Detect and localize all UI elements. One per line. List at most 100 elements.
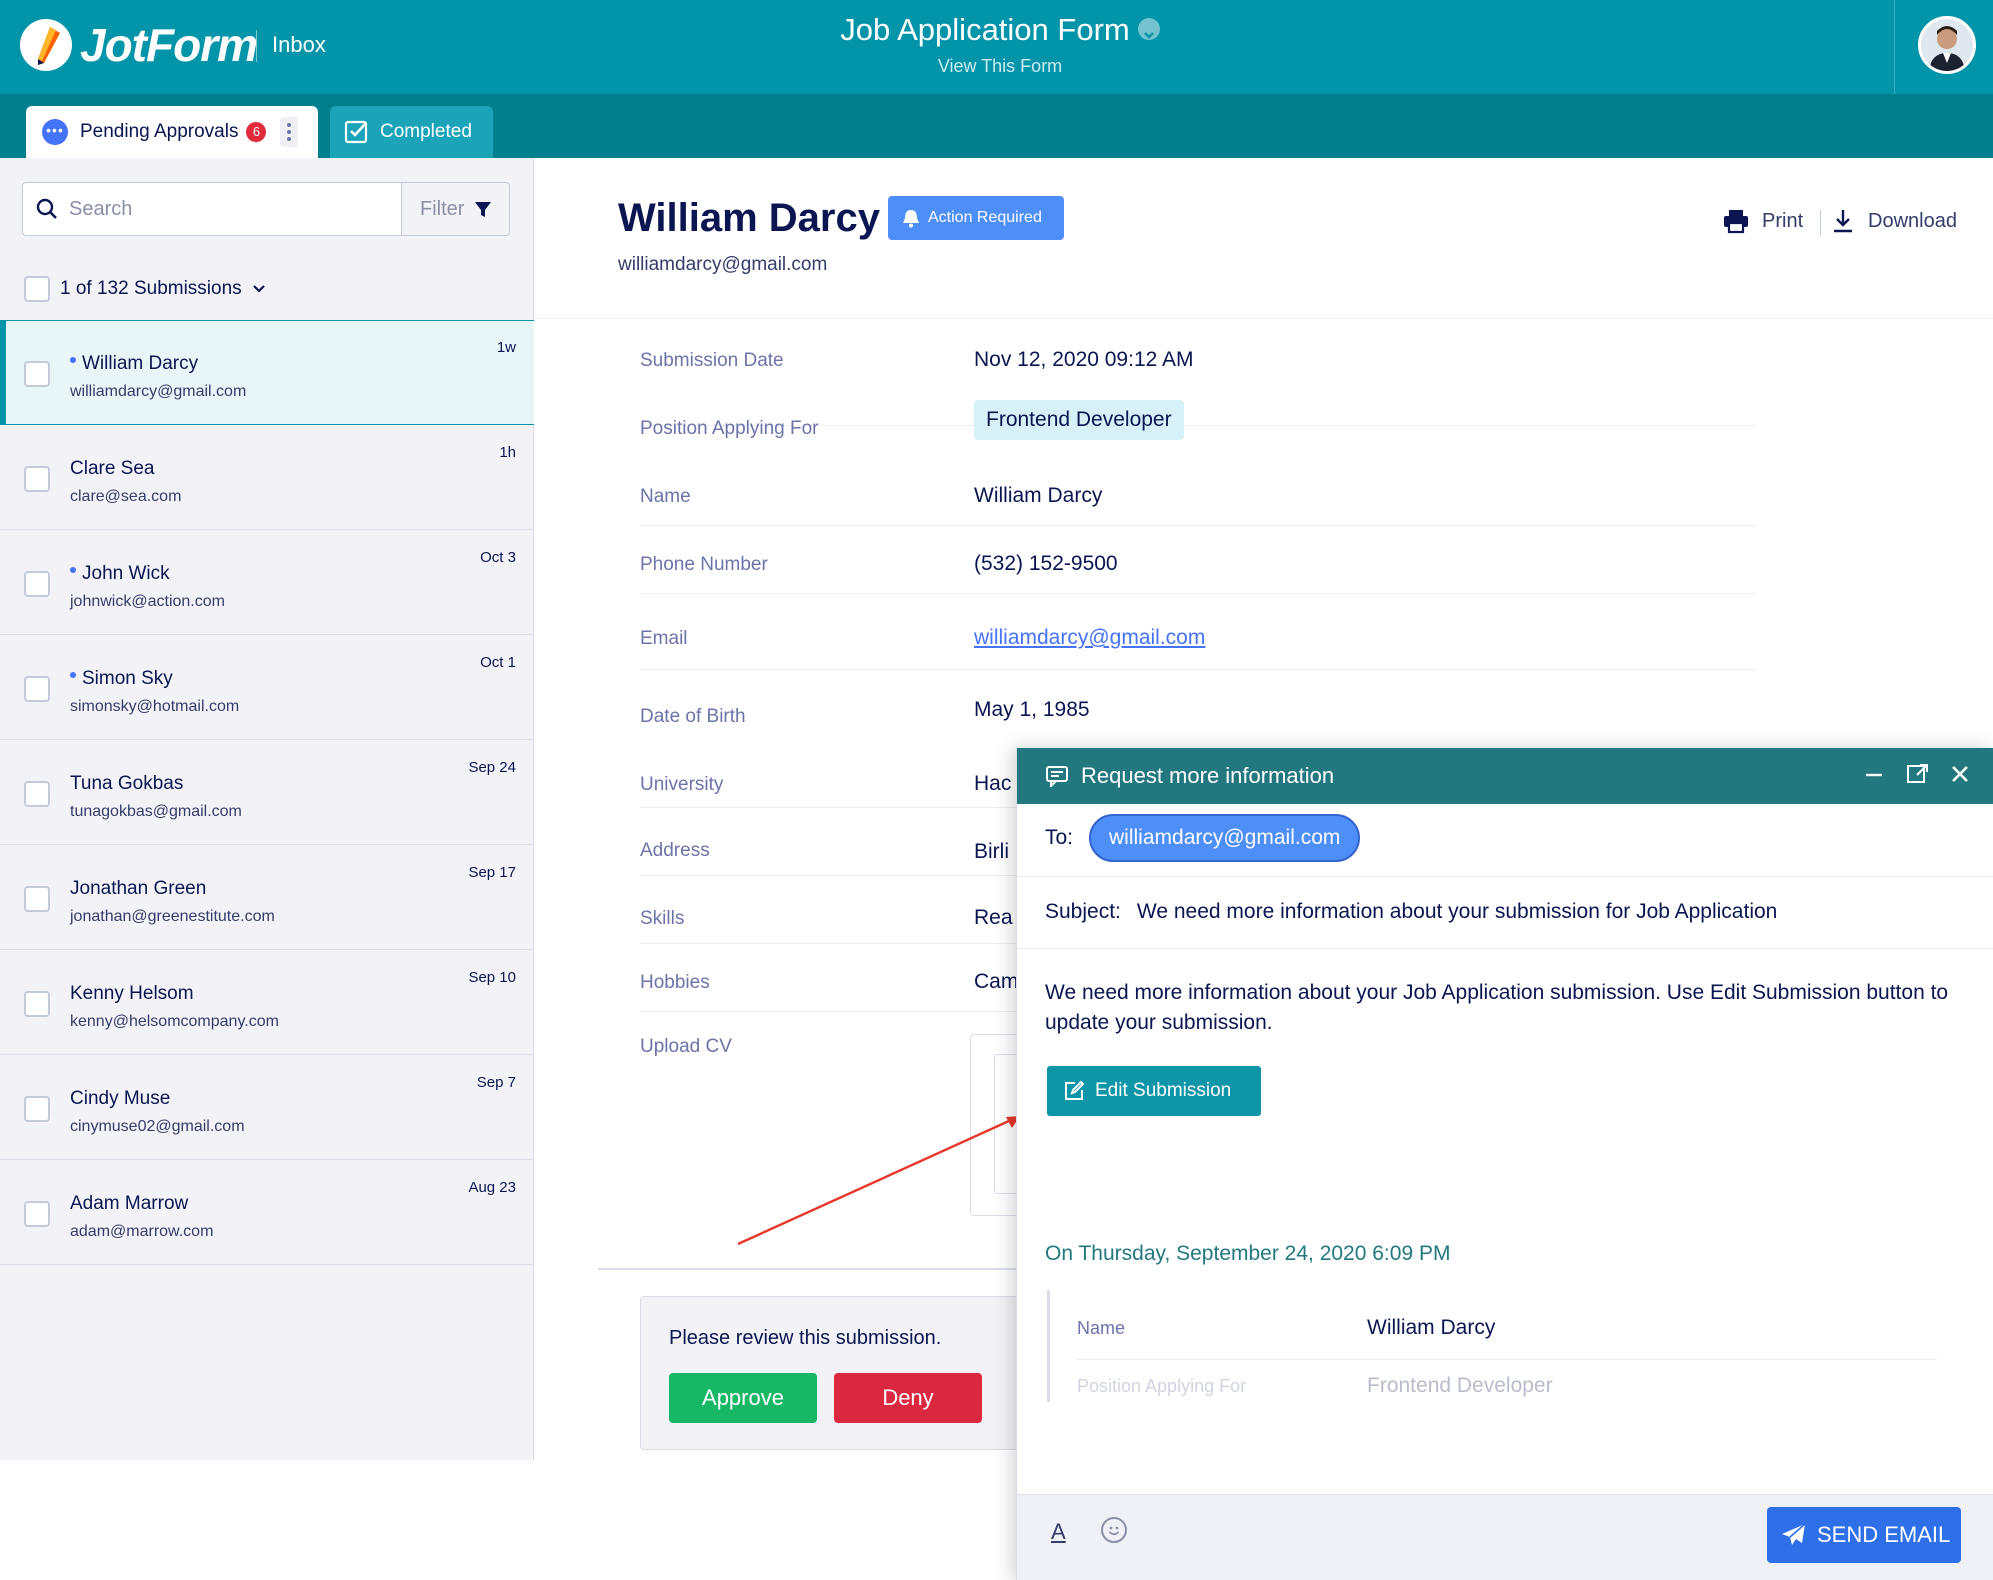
quoted-field-position: Position Applying For Frontend Developer xyxy=(1077,1360,1937,1416)
deny-button[interactable]: Deny xyxy=(834,1373,982,1423)
search-placeholder[interactable]: Search xyxy=(69,198,132,221)
filter-funnel-icon xyxy=(474,199,492,219)
filter-button[interactable]: Filter xyxy=(402,182,510,236)
dialog-header: Request more information xyxy=(1017,748,1993,804)
select-all-checkbox[interactable] xyxy=(24,276,50,302)
message-icon xyxy=(1045,765,1069,787)
item-checkbox[interactable] xyxy=(24,991,50,1017)
item-checkbox[interactable] xyxy=(24,571,50,597)
field-value: Birli xyxy=(974,840,1009,863)
field-label: Email xyxy=(640,628,688,649)
quoted-field-label: Position Applying For xyxy=(1077,1376,1247,1396)
form-title-text[interactable]: Job Application Form xyxy=(840,12,1129,47)
item-email: adam@marrow.com xyxy=(70,1223,214,1240)
position-chip: Frontend Developer xyxy=(974,400,1184,440)
item-checkbox[interactable] xyxy=(24,1096,50,1122)
recipient-chip[interactable]: williamdarcy@gmail.com xyxy=(1089,814,1361,862)
field-value: Rea xyxy=(974,906,1013,929)
item-name: William Darcy xyxy=(82,353,199,374)
search-icon xyxy=(35,197,59,221)
item-checkbox[interactable] xyxy=(24,781,50,807)
emoji-icon[interactable] xyxy=(1101,1517,1127,1543)
subject-input[interactable]: We need more information about your subm… xyxy=(1137,900,1777,923)
list-item[interactable]: Clare Sea clare@sea.com 1h xyxy=(0,425,534,530)
expand-icon[interactable] xyxy=(1906,762,1928,786)
chevron-down-icon[interactable] xyxy=(252,284,266,294)
review-prompt: Please review this submission. xyxy=(669,1327,942,1349)
send-email-button[interactable]: SEND EMAIL xyxy=(1767,1507,1961,1563)
field-value: William Darcy xyxy=(974,484,1103,507)
list-item[interactable]: Cindy Muse cinymuse02@gmail.com Sep 7 xyxy=(0,1055,534,1160)
tab-completed[interactable]: Completed xyxy=(330,106,493,158)
download-button[interactable]: Download xyxy=(1832,208,1957,234)
item-checkbox[interactable] xyxy=(24,676,50,702)
tab-completed-label: Completed xyxy=(380,121,472,142)
item-name: Kenny Helsom xyxy=(70,983,194,1004)
tab-pending-approvals[interactable]: ••• Pending Approvals 6 xyxy=(26,106,318,158)
unread-dot-icon xyxy=(70,356,76,363)
review-panel: Please review this submission. Approve D… xyxy=(640,1296,1040,1450)
approve-button[interactable]: Approve xyxy=(669,1373,817,1423)
chevron-down-icon[interactable] xyxy=(1137,17,1160,40)
unread-dot-icon xyxy=(70,566,76,573)
edit-icon xyxy=(1063,1080,1085,1102)
submissions-count[interactable]: 1 of 132 Submissions xyxy=(24,276,266,302)
field-label: Address xyxy=(640,840,710,861)
subject-row[interactable]: Subject: We need more information about y… xyxy=(1045,900,1777,924)
kebab-menu-icon[interactable] xyxy=(280,117,299,147)
pending-count-badge: 6 xyxy=(246,122,267,142)
item-time: Oct 1 xyxy=(480,654,516,671)
to-label: To: xyxy=(1045,826,1074,849)
quoted-field-value: William Darcy xyxy=(1367,1316,1496,1339)
view-form-link[interactable]: View This Form xyxy=(0,56,1993,77)
request-info-dialog: Request more information To: williamdarc… xyxy=(1016,748,1993,1580)
message-body[interactable]: We need more information about your Job … xyxy=(1045,978,1965,1038)
email-link[interactable]: williamdarcy@gmail.com xyxy=(974,626,1205,650)
list-item[interactable]: John Wick johnwick@action.com Oct 3 xyxy=(0,530,534,635)
to-row: To: williamdarcy@gmail.com xyxy=(1045,814,1361,862)
item-time: Aug 23 xyxy=(468,1179,516,1196)
view-form-text[interactable]: View This Form xyxy=(938,56,1062,76)
item-name: Clare Sea xyxy=(70,458,155,479)
list-item[interactable]: Jonathan Green jonathan@greenestitute.co… xyxy=(0,845,534,950)
item-checkbox[interactable] xyxy=(24,466,50,492)
form-title[interactable]: Job Application Form xyxy=(0,12,1993,48)
dialog-title: Request more information xyxy=(1081,763,1335,788)
list-item[interactable]: Adam Marrow adam@marrow.com Aug 23 xyxy=(0,1160,534,1265)
detail-header-divider xyxy=(534,318,1993,319)
print-button[interactable]: Print xyxy=(1722,208,1803,234)
list-item[interactable]: Simon Sky simonsky@hotmail.com Oct 1 xyxy=(0,635,534,740)
download-icon xyxy=(1832,208,1854,234)
field-label: Name xyxy=(640,486,691,507)
print-label: Print xyxy=(1762,209,1804,232)
pending-dots-icon: ••• xyxy=(42,119,68,145)
item-time: Oct 3 xyxy=(480,549,516,566)
tab-pending-label: Pending Approvals xyxy=(80,121,239,142)
item-name: Tuna Gokbas xyxy=(70,773,184,794)
filter-label: Filter xyxy=(420,197,465,220)
list-item[interactable]: William Darcy williamdarcy@gmail.com 1w xyxy=(0,320,534,425)
item-checkbox[interactable] xyxy=(24,1201,50,1227)
submission-list: William Darcy williamdarcy@gmail.com 1w … xyxy=(0,320,534,1265)
item-checkbox[interactable] xyxy=(24,886,50,912)
item-checkbox[interactable] xyxy=(24,361,50,387)
field-value: Cam xyxy=(974,970,1019,993)
item-email: williamdarcy@gmail.com xyxy=(70,383,247,400)
text-format-icon[interactable]: A xyxy=(1051,1519,1066,1545)
list-item[interactable]: Kenny Helsom kenny@helsomcompany.com Sep… xyxy=(0,950,534,1055)
item-email: jonathan@greenestitute.com xyxy=(70,908,275,925)
item-email: kenny@helsomcompany.com xyxy=(70,1013,279,1030)
list-item[interactable]: Tuna Gokbas tunagokbas@gmail.com Sep 24 xyxy=(0,740,534,845)
sidebar-empty-area xyxy=(0,1460,534,1580)
search-input[interactable]: Search xyxy=(22,182,402,236)
quoted-date: On Thursday, September 24, 2020 6:09 PM xyxy=(1045,1242,1451,1265)
item-email: clare@sea.com xyxy=(70,488,182,505)
close-icon[interactable] xyxy=(1950,762,1970,786)
edit-submission-label: Edit Submission xyxy=(1095,1080,1232,1101)
minimize-icon[interactable] xyxy=(1864,762,1884,786)
field-row-phone: Phone Number (532) 152-9500 xyxy=(640,526,1756,594)
checkbox-check-icon xyxy=(344,119,370,145)
item-name: Cindy Muse xyxy=(70,1088,171,1109)
user-avatar[interactable] xyxy=(1918,16,1976,74)
edit-submission-button[interactable]: Edit Submission xyxy=(1047,1066,1261,1116)
